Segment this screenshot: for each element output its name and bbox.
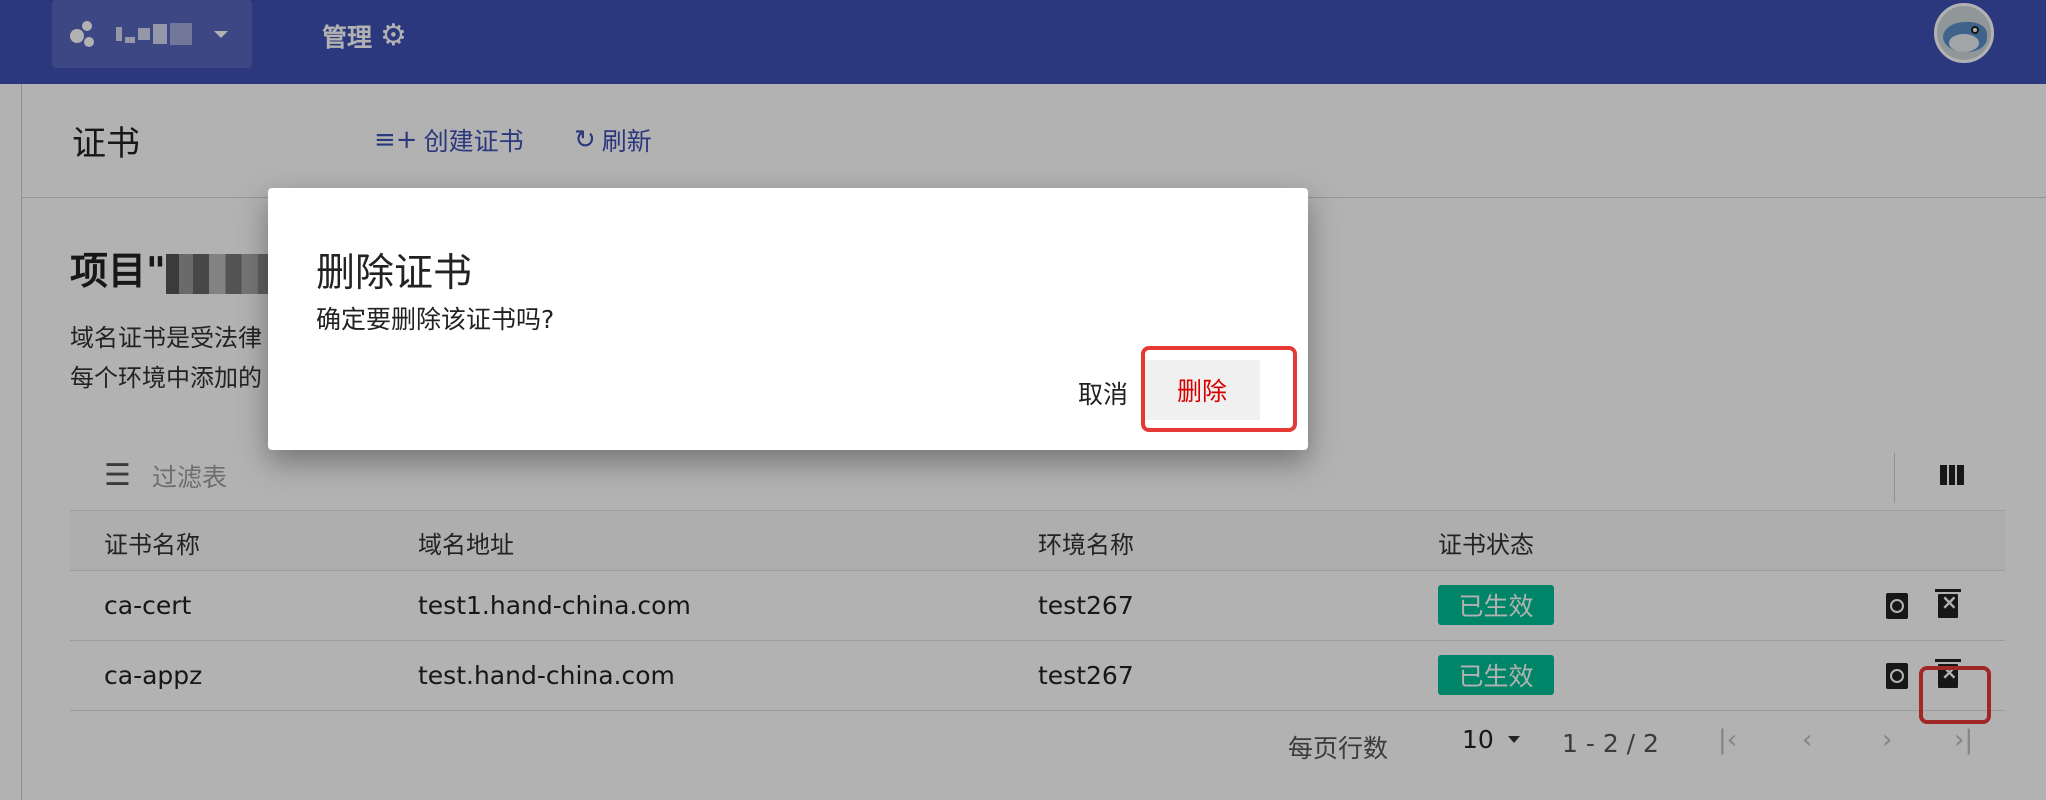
confirm-delete-highlight bbox=[1141, 346, 1297, 432]
delete-certificate-dialog: 删除证书 确定要删除该证书吗? 取消 删除 bbox=[268, 188, 1308, 450]
dialog-title: 删除证书 bbox=[316, 251, 473, 296]
dialog-message: 确定要删除该证书吗? bbox=[316, 305, 555, 334]
